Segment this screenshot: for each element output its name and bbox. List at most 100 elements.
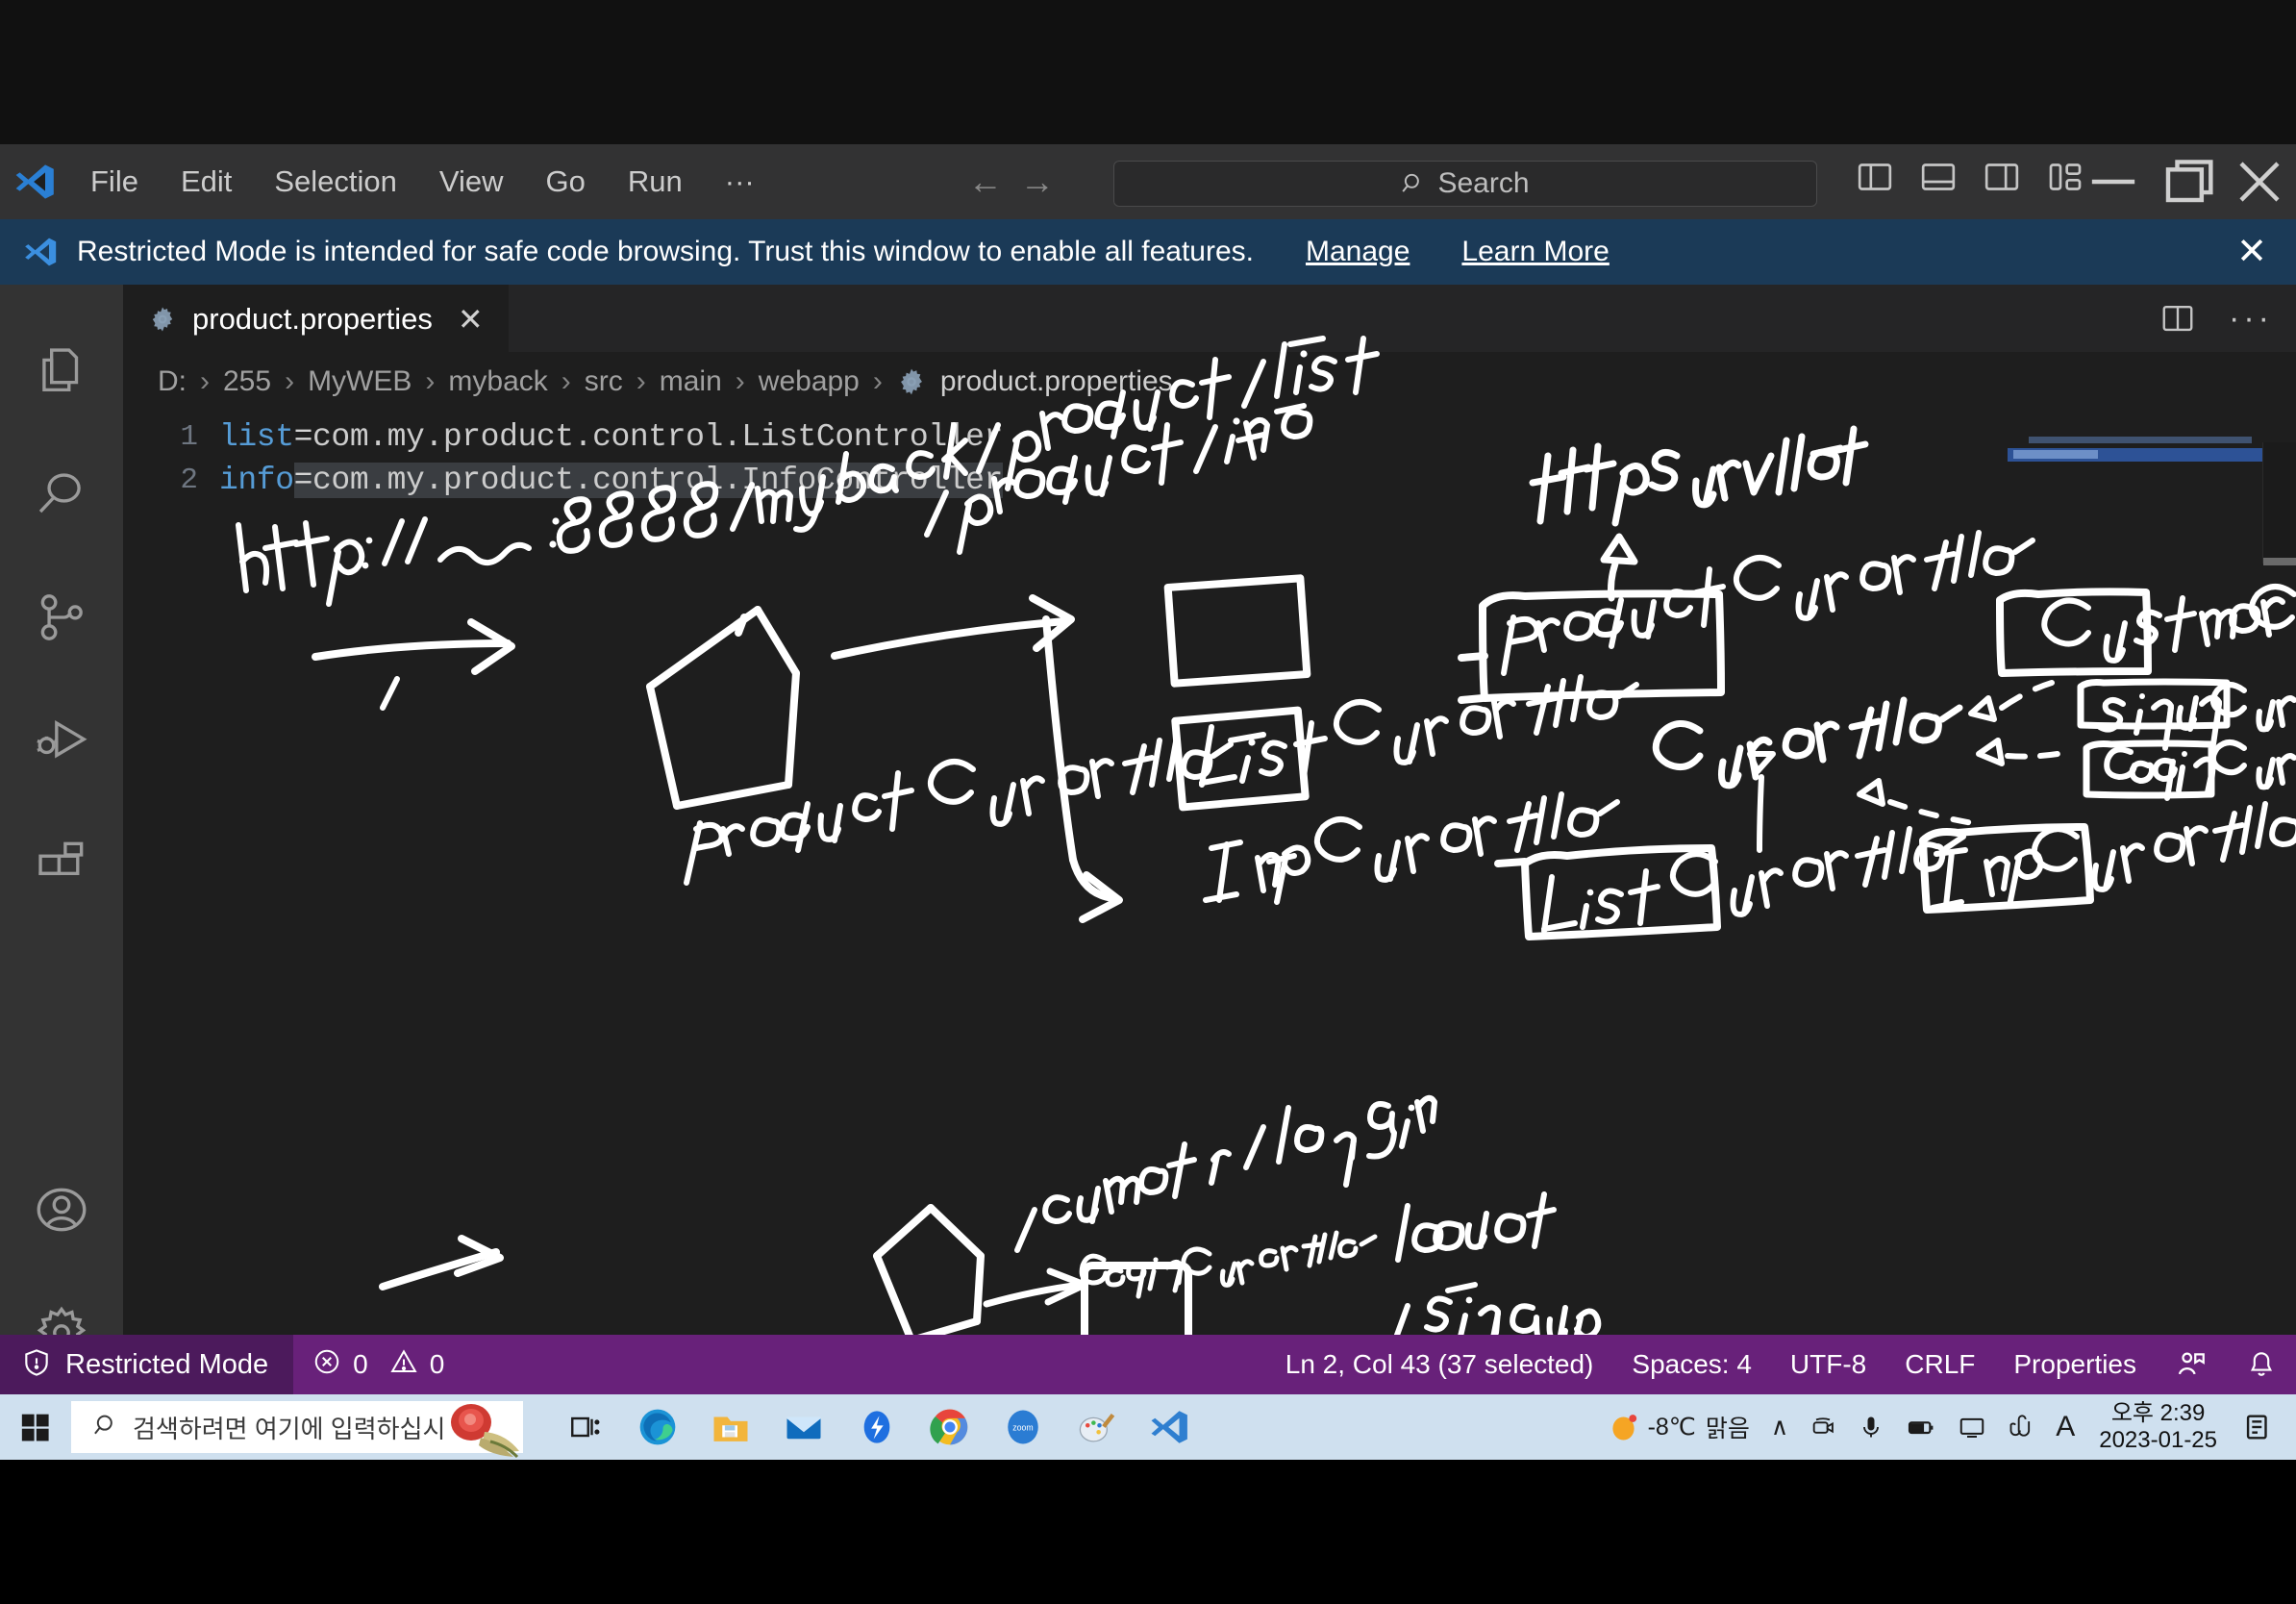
weather-desc: 맑음 bbox=[1705, 1416, 1750, 1442]
split-editor-icon[interactable] bbox=[2159, 300, 2196, 337]
close-window-button[interactable] bbox=[2223, 144, 2296, 219]
banner-manage-link[interactable]: Manage bbox=[1306, 236, 1410, 268]
tab-close-icon[interactable]: ✕ bbox=[458, 301, 484, 338]
breadcrumb-item-7[interactable]: product.properties bbox=[940, 365, 1173, 398]
minimap-scroll-handle[interactable] bbox=[2263, 558, 2296, 565]
start-button[interactable] bbox=[0, 1394, 71, 1460]
menu-go[interactable]: Go bbox=[525, 159, 607, 205]
menu-edit[interactable]: Edit bbox=[160, 159, 253, 205]
annotation-tick-1 bbox=[380, 676, 400, 711]
breadcrumb-item-6[interactable]: webapp bbox=[759, 365, 860, 398]
minimize-button[interactable] bbox=[2077, 144, 2150, 219]
menu-view[interactable]: View bbox=[418, 159, 525, 205]
breadcrumb-separator: › bbox=[200, 365, 210, 397]
status-indentation[interactable]: Spaces: 4 bbox=[1612, 1335, 1771, 1394]
annotation-label-product-controller bbox=[684, 734, 1234, 886]
status-problems[interactable]: 0 0 bbox=[293, 1335, 463, 1394]
sidebar-item-search[interactable] bbox=[0, 433, 123, 556]
mail-icon[interactable] bbox=[767, 1394, 840, 1460]
vscode-window: File Edit Selection View Go Run ··· ← → … bbox=[0, 144, 2296, 1394]
microsoft-edge-icon[interactable] bbox=[621, 1394, 694, 1460]
line-number: 1 bbox=[180, 420, 198, 454]
search-placeholder-label: Search bbox=[1437, 167, 1530, 199]
taskbar-search-box[interactable]: 검색하려면 여기에 입력하십시 bbox=[71, 1401, 523, 1459]
code-value-selected: com.my.product.control.InfoController bbox=[312, 463, 1003, 498]
menu-file[interactable]: File bbox=[69, 159, 160, 205]
breadcrumb-item-4[interactable]: src bbox=[585, 365, 623, 398]
layout-controls bbox=[1856, 158, 2084, 196]
sidebar-item-run-and-debug[interactable] bbox=[0, 679, 123, 802]
breadcrumb-item-5[interactable]: main bbox=[660, 365, 722, 398]
code-equals: = bbox=[293, 419, 313, 455]
go-back-icon[interactable]: ← bbox=[968, 164, 1003, 199]
microphone-icon[interactable] bbox=[1847, 1414, 1895, 1441]
weather-widget[interactable]: -8℃ 맑음 bbox=[1597, 1410, 1760, 1444]
display-icon[interactable] bbox=[1947, 1413, 1997, 1441]
maximize-button[interactable] bbox=[2150, 144, 2223, 219]
more-actions-icon[interactable]: ··· bbox=[2229, 300, 2273, 338]
error-count: 0 bbox=[353, 1349, 368, 1379]
annotation-pentagon-customer bbox=[873, 1204, 985, 1344]
banner-learn-more-link[interactable]: Learn More bbox=[1461, 236, 1609, 268]
sidebar-item-accounts[interactable] bbox=[0, 1148, 123, 1271]
notification-center-icon[interactable] bbox=[2231, 1411, 2284, 1443]
sidebar-item-explorer[interactable] bbox=[0, 310, 123, 433]
weather-temp: -8℃ bbox=[1647, 1414, 1696, 1441]
menu-more[interactable]: ··· bbox=[704, 159, 776, 205]
annotation-inheritance-arrow bbox=[1600, 533, 1638, 602]
status-cursor-position[interactable]: Ln 2, Col 43 (37 selected) bbox=[1266, 1335, 1613, 1394]
status-restricted-mode[interactable]: Restricted Mode bbox=[0, 1335, 294, 1394]
status-eol[interactable]: CRLF bbox=[1885, 1335, 1994, 1394]
tab-product-properties[interactable]: product.properties ✕ bbox=[123, 285, 509, 352]
menu-selection[interactable]: Selection bbox=[253, 159, 418, 205]
status-notifications-bell-icon[interactable] bbox=[2227, 1335, 2296, 1394]
clock[interactable]: 오후 2:39 2023-01-25 bbox=[2085, 1400, 2231, 1454]
paint-icon[interactable] bbox=[1060, 1394, 1133, 1460]
annotation-label-list-controller bbox=[1199, 674, 1639, 788]
breadcrumb-item-3[interactable]: myback bbox=[448, 365, 547, 398]
annotation-arrow-1 bbox=[312, 618, 515, 675]
breadcrumb-item-2[interactable]: MyWEB bbox=[308, 365, 412, 398]
sidebar-item-source-control[interactable] bbox=[0, 556, 123, 679]
task-view-icon[interactable] bbox=[548, 1394, 621, 1460]
annotation-label-logout bbox=[1395, 1191, 1557, 1263]
banner-close-icon[interactable]: ✕ bbox=[2236, 234, 2267, 270]
annotation-box-right-list-controller bbox=[1494, 844, 1721, 940]
annotation-label-right-product-controller bbox=[1501, 530, 2035, 676]
code-editor[interactable]: 1 list=com.my.product.control.ListContro… bbox=[123, 412, 2296, 502]
command-center-search[interactable]: Search bbox=[1113, 161, 1817, 207]
shield-icon bbox=[21, 1347, 52, 1383]
status-language-mode[interactable]: Properties bbox=[1994, 1335, 2156, 1394]
battery-icon[interactable] bbox=[1895, 1412, 1947, 1442]
breadcrumb-item-1[interactable]: 255 bbox=[223, 365, 271, 398]
toggle-secondary-sidebar-icon[interactable] bbox=[1983, 158, 2021, 196]
annotation-pentagon-product-controller bbox=[646, 606, 800, 810]
go-forward-icon[interactable]: → bbox=[1020, 164, 1055, 199]
sidebar-item-extensions[interactable] bbox=[0, 802, 123, 925]
workspace-trust-banner: Restricted Mode is intended for safe cod… bbox=[0, 219, 2296, 285]
camera-icon[interactable] bbox=[1799, 1414, 1847, 1441]
breadcrumb-item-0[interactable]: D: bbox=[158, 365, 187, 398]
toggle-panel-icon[interactable] bbox=[1919, 158, 1958, 196]
system-tray: -8℃ 맑음 ∧ A 오후 2:39 2023-01-25 bbox=[1597, 1400, 2296, 1454]
google-chrome-icon[interactable] bbox=[913, 1394, 986, 1460]
annotation-box-login-controller bbox=[2083, 739, 2215, 799]
breadcrumb-separator: › bbox=[561, 365, 571, 397]
minimap-slider[interactable] bbox=[2262, 442, 2296, 564]
banner-message: Restricted Mode is intended for safe cod… bbox=[77, 236, 1254, 267]
menu-run[interactable]: Run bbox=[607, 159, 704, 205]
status-feedback-icon[interactable] bbox=[2156, 1335, 2227, 1394]
bitdefender-icon[interactable] bbox=[840, 1394, 913, 1460]
show-hidden-icons-chevron-icon[interactable]: ∧ bbox=[1760, 1413, 1799, 1441]
annotation-arrow-2 bbox=[831, 594, 1075, 660]
editor-minimap[interactable] bbox=[2008, 412, 2296, 719]
status-encoding[interactable]: UTF-8 bbox=[1771, 1335, 1885, 1394]
clip-icon[interactable] bbox=[1997, 1414, 2045, 1441]
status-bar: Restricted Mode 0 0 Ln 2, Col 43 (37 sel… bbox=[0, 1335, 2296, 1394]
file-explorer-icon[interactable] bbox=[694, 1394, 767, 1460]
vscode-shield-icon bbox=[17, 235, 63, 269]
zoom-icon[interactable]: zoom bbox=[986, 1394, 1060, 1460]
toggle-primary-sidebar-icon[interactable] bbox=[1856, 158, 1894, 196]
ime-indicator[interactable]: A bbox=[2045, 1411, 2085, 1443]
vscode-taskbar-icon[interactable] bbox=[1133, 1394, 1206, 1460]
